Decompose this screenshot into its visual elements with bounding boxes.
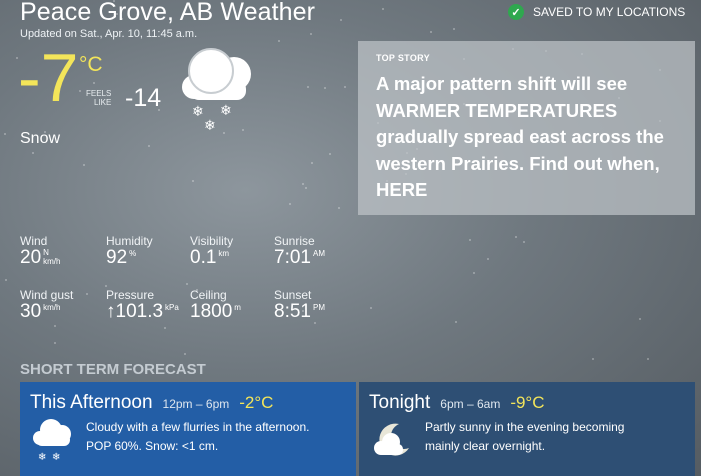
snow-cloud-icon: ❄ ❄ ❄ bbox=[176, 44, 266, 139]
snow-speck bbox=[455, 321, 457, 323]
snow-speck bbox=[186, 283, 188, 285]
metric-pressure: Pressure ↑101.3 kPa bbox=[106, 288, 179, 322]
snow-speck bbox=[647, 358, 649, 360]
snow-speck bbox=[430, 31, 432, 33]
forecast-card-tonight[interactable]: Tonight 6pm – 6am -9°C Partly sunny in t… bbox=[359, 382, 695, 476]
snow-speck bbox=[5, 279, 7, 281]
snow-speck bbox=[32, 152, 34, 154]
snow-speck bbox=[83, 164, 85, 166]
top-story-label: TOP STORY bbox=[376, 53, 430, 63]
forecast-period-text: Cloudy with a few flurries in the aftern… bbox=[86, 420, 310, 453]
snow-speck bbox=[338, 207, 340, 209]
snow-speck bbox=[329, 153, 331, 155]
forecast-card-afternoon[interactable]: This Afternoon 12pm – 6pm -2°C ❄ ❄ Cloud… bbox=[20, 382, 356, 476]
feels-like-label: FEELS LIKE bbox=[86, 89, 112, 107]
snow-speck bbox=[324, 87, 326, 89]
snow-speck bbox=[370, 307, 372, 309]
snow-speck bbox=[453, 28, 455, 30]
snow-speck bbox=[307, 86, 309, 88]
snow-speck bbox=[469, 239, 471, 241]
snow-speck bbox=[340, 19, 342, 21]
partly-cloudy-night-icon bbox=[369, 418, 415, 471]
metric-wind: Wind 20 Nkm/h bbox=[20, 234, 61, 268]
snow-speck bbox=[79, 90, 81, 92]
svg-text:❄: ❄ bbox=[204, 118, 216, 134]
snow-speck bbox=[310, 33, 312, 35]
snow-speck bbox=[184, 353, 186, 355]
svg-text:❄: ❄ bbox=[52, 452, 60, 463]
snow-speck bbox=[148, 145, 150, 147]
snow-speck bbox=[4, 133, 6, 135]
forecast-period-temp: -9°C bbox=[510, 393, 545, 412]
snow-speck bbox=[278, 40, 280, 42]
metric-ceiling: Ceiling 1800 m bbox=[190, 288, 241, 322]
metric-sunrise: Sunrise 7:01 AM bbox=[274, 234, 325, 268]
svg-text:❄: ❄ bbox=[192, 104, 204, 120]
snow-speck bbox=[305, 187, 307, 189]
top-story-card[interactable]: TOP STORY A major pattern shift will see… bbox=[358, 41, 695, 215]
current-temperature: -7 bbox=[18, 40, 79, 116]
snow-speck bbox=[54, 342, 56, 344]
snow-speck bbox=[639, 318, 641, 320]
svg-text:❄: ❄ bbox=[38, 452, 46, 463]
svg-text:❄: ❄ bbox=[220, 103, 232, 119]
snow-speck bbox=[86, 293, 88, 295]
saved-label: SAVED TO MY LOCATIONS bbox=[533, 5, 686, 19]
feels-like-value: -14 bbox=[125, 84, 162, 112]
forecast-period-text: Partly sunny in the evening becoming mai… bbox=[425, 420, 625, 453]
snow-speck bbox=[289, 203, 291, 205]
current-condition: Snow bbox=[20, 130, 61, 147]
snow-speck bbox=[473, 272, 475, 274]
saved-to-locations-button[interactable]: ✓ SAVED TO MY LOCATIONS bbox=[508, 4, 685, 20]
snow-speck bbox=[344, 86, 346, 88]
check-icon: ✓ bbox=[508, 4, 524, 20]
forecast-period-title: Tonight bbox=[369, 392, 431, 413]
flurries-cloud-icon: ❄ ❄ bbox=[30, 418, 76, 471]
forecast-period-temp: -2°C bbox=[239, 393, 274, 412]
metric-visibility: Visibility 0.1 km bbox=[190, 234, 234, 268]
page-title: Peace Grove, AB Weather bbox=[20, 0, 316, 26]
temperature-unit: °C bbox=[79, 53, 103, 76]
snow-speck bbox=[382, 8, 384, 10]
snow-speck bbox=[164, 327, 166, 329]
snow-speck bbox=[592, 358, 594, 360]
snow-speck bbox=[515, 236, 517, 238]
snow-speck bbox=[192, 180, 194, 182]
forecast-period-title: This Afternoon bbox=[30, 392, 153, 413]
metric-wind-gust: Wind gust 30 km/h bbox=[20, 288, 74, 322]
snow-speck bbox=[487, 258, 489, 260]
snow-speck bbox=[523, 241, 525, 243]
top-story-link[interactable]: A major pattern shift will see WARMER TE… bbox=[376, 71, 677, 204]
snow-speck bbox=[105, 285, 107, 287]
snow-speck bbox=[302, 183, 304, 185]
snow-speck bbox=[54, 325, 56, 327]
forecast-period-time: 12pm – 6pm bbox=[162, 397, 230, 411]
snow-speck bbox=[93, 82, 95, 84]
short-term-forecast-heading: SHORT TERM FORECAST bbox=[20, 361, 206, 378]
metric-sunset: Sunset 8:51 PM bbox=[274, 288, 325, 322]
snow-speck bbox=[311, 162, 313, 164]
forecast-period-time: 6pm – 6am bbox=[440, 397, 501, 411]
metric-humidity: Humidity 92% bbox=[106, 234, 153, 268]
